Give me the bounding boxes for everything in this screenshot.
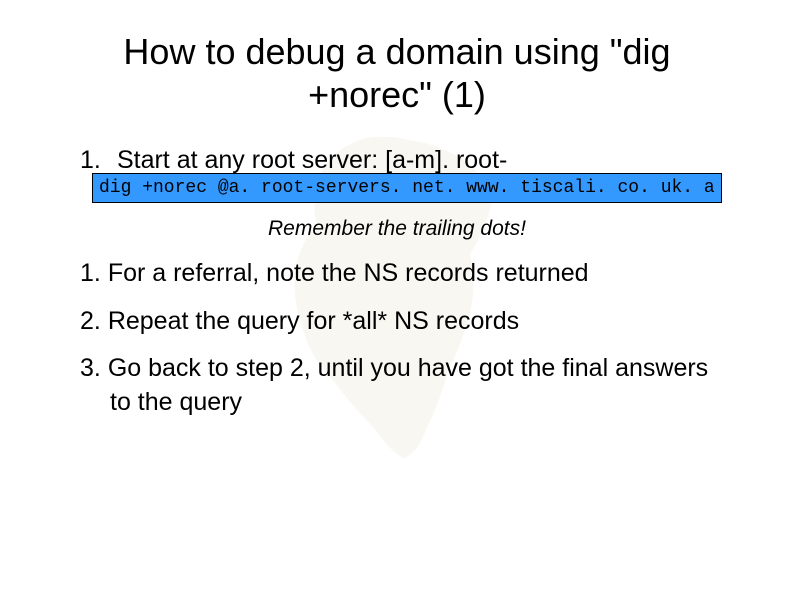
- step-referral-num: 1.: [80, 259, 101, 287]
- step-goback-text: Go back to step 2, until you have got th…: [108, 354, 708, 416]
- step-1-text: Start at any root server: [a-m]. root-: [117, 146, 507, 174]
- step-referral: 1. For a referral, note the NS records r…: [80, 257, 734, 291]
- note-text: Remember the trailing dots!: [60, 217, 734, 241]
- step-repeat-text: Repeat the query for *all* NS records: [108, 307, 519, 335]
- step-goback: 3. Go back to step 2, until you have got…: [80, 352, 734, 420]
- code-command: dig +norec @a. root-servers. net. www. t…: [92, 173, 722, 203]
- step-repeat: 2. Repeat the query for *all* NS records: [80, 305, 734, 339]
- slide-content: How to debug a domain using "dig +norec"…: [0, 0, 794, 454]
- step-referral-text: For a referral, note the NS records retu…: [108, 259, 589, 287]
- step-goback-num: 3.: [80, 354, 101, 382]
- step-repeat-num: 2.: [80, 307, 101, 335]
- slide-title: How to debug a domain using "dig +norec"…: [60, 30, 734, 116]
